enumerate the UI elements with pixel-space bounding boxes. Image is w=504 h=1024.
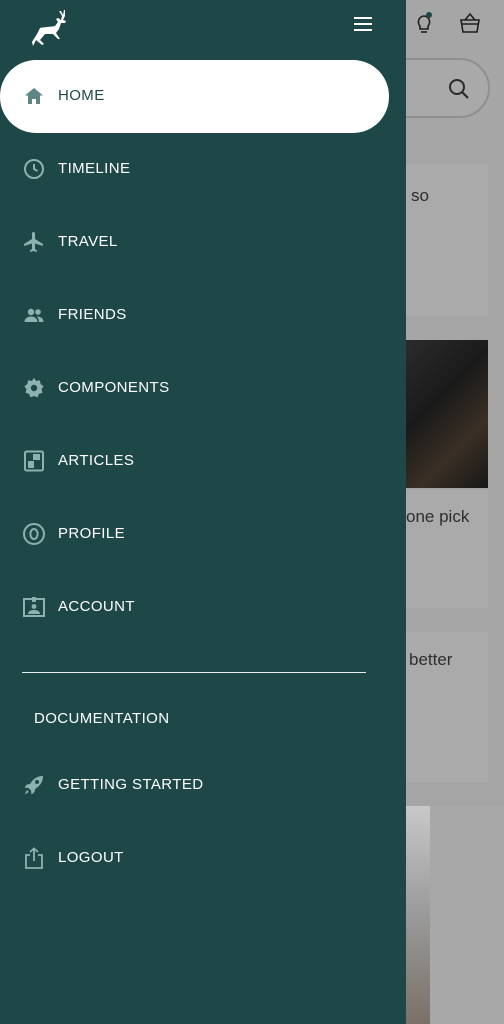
nav-item-components[interactable]: COMPONENTS: [0, 352, 390, 424]
nav-item-label: ARTICLES: [58, 452, 135, 469]
nav-item-label: PROFILE: [58, 525, 125, 542]
search-icon[interactable]: [448, 78, 470, 100]
section-title-documentation: DOCUMENTATION: [34, 710, 170, 727]
rocket-icon: [24, 776, 43, 795]
nav-item-articles[interactable]: ARTICLES: [0, 425, 390, 497]
background-text: better: [409, 650, 453, 669]
nav-item-travel[interactable]: TRAVEL: [0, 206, 390, 278]
nav-item-timeline[interactable]: TIMELINE: [0, 133, 390, 205]
gear-icon: [24, 378, 44, 398]
nav-item-logout[interactable]: LOGOUT: [0, 822, 390, 894]
nav-item-friends[interactable]: FRIENDS: [0, 279, 390, 351]
nav-item-label: TRAVEL: [58, 233, 118, 250]
nav-item-label: LOGOUT: [58, 849, 124, 866]
nav-item-account[interactable]: ACCOUNT: [0, 571, 390, 643]
profile-circle-icon: [23, 523, 45, 545]
share-upload-icon: [25, 847, 43, 869]
people-icon: [24, 308, 44, 322]
divider: [22, 672, 366, 673]
nav-item-home[interactable]: HOME: [0, 60, 389, 133]
background-image: [406, 340, 488, 488]
background-card: [430, 806, 504, 1024]
background-text: so: [411, 186, 429, 205]
nav-item-label: TIMELINE: [58, 160, 131, 177]
nav-item-label: FRIENDS: [58, 306, 127, 323]
nav-item-label: COMPONENTS: [58, 379, 170, 396]
navigation-drawer: HOME TIMELINE TRAVEL FRIENDS COMPONENTS: [0, 0, 406, 1024]
nav-item-profile[interactable]: PROFILE: [0, 498, 390, 570]
background-image: [406, 806, 430, 1024]
nav-item-getting-started[interactable]: GETTING STARTED: [0, 749, 390, 821]
deer-logo-icon[interactable]: [24, 6, 68, 46]
hamburger-menu-icon[interactable]: [350, 12, 376, 36]
home-icon: [25, 88, 43, 104]
basket-icon[interactable]: [458, 12, 482, 34]
clock-icon: [24, 159, 44, 179]
document-icon: [24, 450, 44, 472]
nav-item-label: ACCOUNT: [58, 598, 135, 615]
id-card-icon: [23, 597, 45, 617]
lightbulb-icon[interactable]: [414, 12, 434, 36]
nav-item-label: HOME: [58, 87, 105, 104]
airplane-icon: [24, 232, 43, 252]
nav-item-label: GETTING STARTED: [58, 776, 204, 793]
background-text: one pick: [406, 507, 470, 526]
